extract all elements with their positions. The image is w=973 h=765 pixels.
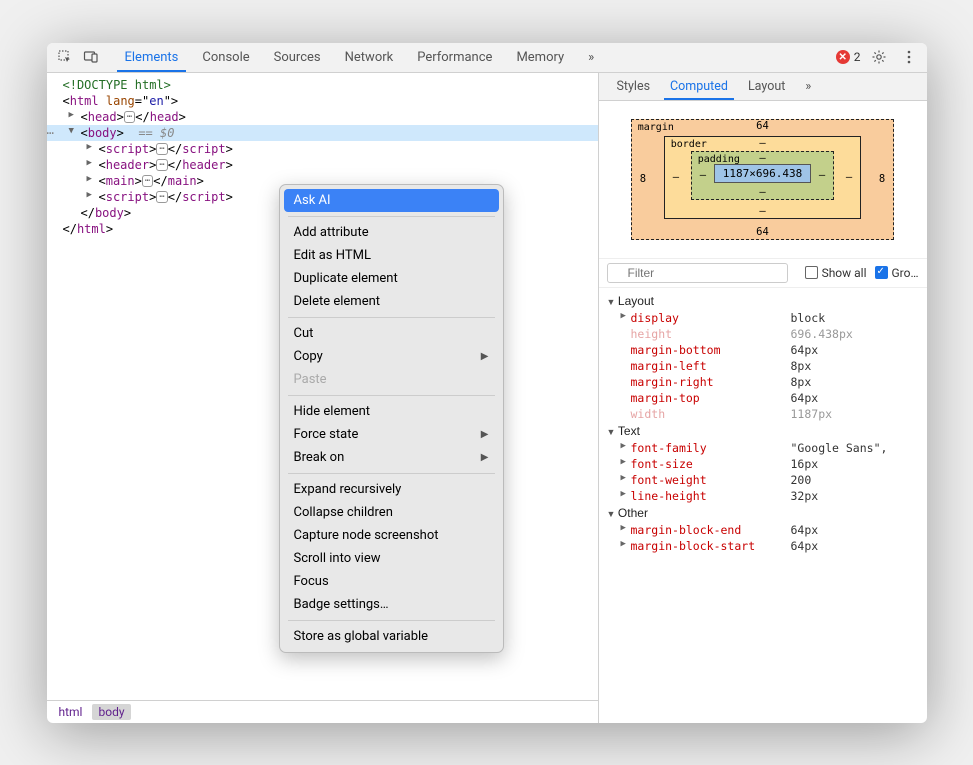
breadcrumb-html[interactable]: html xyxy=(53,704,89,720)
cm-capture[interactable]: Capture node screenshot xyxy=(280,524,503,547)
prop-font-family[interactable]: ▶font-family"Google Sans", xyxy=(607,440,919,456)
cm-ask-ai[interactable]: Ask AI xyxy=(284,189,499,212)
prop-height[interactable]: height696.438px xyxy=(607,326,919,342)
bm-margin-top[interactable]: 64 xyxy=(756,120,769,132)
bm-border-bottom[interactable]: – xyxy=(759,205,765,217)
dom-head[interactable]: ▶<head>⋯</head> xyxy=(47,109,598,125)
cm-break-on[interactable]: Break on▶ xyxy=(280,446,503,469)
error-badge[interactable]: ✕ 2 xyxy=(836,50,861,64)
inspect-icon[interactable] xyxy=(53,45,77,69)
tab-performance[interactable]: Performance xyxy=(405,44,504,71)
dom-header[interactable]: ▶<header>⋯</header> xyxy=(47,157,598,173)
cm-collapse[interactable]: Collapse children xyxy=(280,501,503,524)
prop-margin-block-start[interactable]: ▶margin-block-start64px xyxy=(607,538,919,554)
prop-margin-right[interactable]: margin-right8px xyxy=(607,374,919,390)
tab-elements[interactable]: Elements xyxy=(113,44,191,71)
cm-duplicate[interactable]: Duplicate element xyxy=(280,267,503,290)
tab-more[interactable]: » xyxy=(576,44,606,71)
prop-margin-top[interactable]: margin-top64px xyxy=(607,390,919,406)
prop-font-size[interactable]: ▶font-size16px xyxy=(607,456,919,472)
cm-paste: Paste xyxy=(280,368,503,391)
kebab-icon[interactable] xyxy=(897,45,921,69)
prop-line-height[interactable]: ▶line-height32px xyxy=(607,488,919,504)
cm-edit-html[interactable]: Edit as HTML xyxy=(280,244,503,267)
cm-force-state[interactable]: Force state▶ xyxy=(280,423,503,446)
bm-margin-bottom[interactable]: 64 xyxy=(756,226,769,238)
bm-margin-right[interactable]: 8 xyxy=(879,173,885,185)
styles-pane: Styles Computed Layout » margin 64 64 8 … xyxy=(599,73,927,723)
computed-properties: Layout ▶displayblock height696.438px mar… xyxy=(599,288,927,566)
cm-copy[interactable]: Copy▶ xyxy=(280,345,503,368)
tab-memory[interactable]: Memory xyxy=(504,44,576,71)
group-layout[interactable]: Layout xyxy=(607,292,919,310)
prop-width[interactable]: width1187px xyxy=(607,406,919,422)
tab-network[interactable]: Network xyxy=(333,44,406,71)
bm-border-top[interactable]: – xyxy=(759,137,765,149)
toolbar-right: ✕ 2 xyxy=(836,45,921,69)
prop-margin-block-end[interactable]: ▶margin-block-end64px xyxy=(607,522,919,538)
cm-hide[interactable]: Hide element xyxy=(280,400,503,423)
show-all-checkbox[interactable]: Show all xyxy=(805,266,867,280)
dom-html-open[interactable]: <html lang="en"> xyxy=(47,93,598,109)
cm-scroll[interactable]: Scroll into view xyxy=(280,547,503,570)
tab-console[interactable]: Console xyxy=(190,44,261,71)
subtab-computed[interactable]: Computed xyxy=(660,74,738,99)
breadcrumb: html body xyxy=(47,700,598,723)
devtools-window: Elements Console Sources Network Perform… xyxy=(47,43,927,723)
content-area: <!DOCTYPE html> <html lang="en"> ▶<head>… xyxy=(47,73,927,723)
prop-display[interactable]: ▶displayblock xyxy=(607,310,919,326)
bm-padding-left[interactable]: – xyxy=(700,169,706,181)
main-toolbar: Elements Console Sources Network Perform… xyxy=(47,43,927,73)
cm-badge[interactable]: Badge settings… xyxy=(280,593,503,616)
dom-body-open[interactable]: ⋯ ▼<body> == $0 xyxy=(47,125,598,141)
computed-body: margin 64 64 8 8 border – – – – paddin xyxy=(599,101,927,723)
cm-delete[interactable]: Delete element xyxy=(280,290,503,313)
bm-margin-left[interactable]: 8 xyxy=(640,173,646,185)
bm-content[interactable]: 1187×696.438 xyxy=(714,164,811,183)
cm-store[interactable]: Store as global variable xyxy=(280,625,503,648)
subtab-layout[interactable]: Layout xyxy=(738,74,795,99)
subtabs: Styles Computed Layout » xyxy=(599,73,927,101)
cm-cut[interactable]: Cut xyxy=(280,322,503,345)
error-icon: ✕ xyxy=(836,50,850,64)
tab-sources[interactable]: Sources xyxy=(262,44,333,71)
bm-margin-label: margin xyxy=(638,122,674,133)
device-toolbar-icon[interactable] xyxy=(79,45,103,69)
gear-icon[interactable] xyxy=(867,45,891,69)
error-count: 2 xyxy=(854,50,861,64)
top-tabs: Elements Console Sources Network Perform… xyxy=(113,44,834,71)
cm-focus[interactable]: Focus xyxy=(280,570,503,593)
bm-border-left[interactable]: – xyxy=(673,171,679,183)
bm-border-label: border xyxy=(671,139,707,150)
bm-border-right[interactable]: – xyxy=(846,171,852,183)
context-menu: Ask AI Add attribute Edit as HTML Duplic… xyxy=(279,184,504,653)
subtab-more[interactable]: » xyxy=(795,74,821,99)
prop-margin-left[interactable]: margin-left8px xyxy=(607,358,919,374)
group-text[interactable]: Text xyxy=(607,422,919,440)
prop-font-weight[interactable]: ▶font-weight200 xyxy=(607,472,919,488)
group-checkbox[interactable]: Gro… xyxy=(875,266,919,280)
cm-expand[interactable]: Expand recursively xyxy=(280,478,503,501)
bm-padding-right[interactable]: – xyxy=(819,169,825,181)
dom-script1[interactable]: ▶<script>⋯</script> xyxy=(47,141,598,157)
group-other[interactable]: Other xyxy=(607,504,919,522)
filter-row: Show all Gro… xyxy=(599,258,927,288)
bm-padding-top[interactable]: – xyxy=(759,152,765,164)
cm-add-attribute[interactable]: Add attribute xyxy=(280,221,503,244)
prop-margin-bottom[interactable]: margin-bottom64px xyxy=(607,342,919,358)
dom-doctype[interactable]: <!DOCTYPE html> xyxy=(47,77,598,93)
box-model[interactable]: margin 64 64 8 8 border – – – – paddin xyxy=(599,101,927,258)
filter-input[interactable] xyxy=(607,263,788,283)
breadcrumb-body[interactable]: body xyxy=(92,704,130,720)
bm-padding-bottom[interactable]: – xyxy=(759,186,765,198)
bm-padding-label: padding xyxy=(698,154,740,165)
elements-pane: <!DOCTYPE html> <html lang="en"> ▶<head>… xyxy=(47,73,599,723)
subtab-styles[interactable]: Styles xyxy=(607,74,661,99)
